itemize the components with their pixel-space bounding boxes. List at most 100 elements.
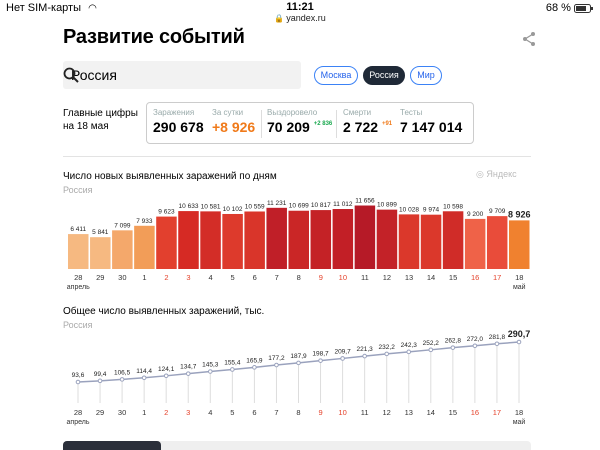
figure-label: Тесты [400, 108, 423, 117]
bar [310, 210, 332, 269]
bar [156, 216, 177, 269]
bar [266, 207, 287, 269]
main-figures-title: Главные цифры [63, 108, 138, 119]
data-point [163, 373, 169, 379]
figure-deaths: Смерти 2 722 +91 [343, 108, 392, 135]
x-tick-label: 2 [164, 273, 168, 282]
data-point [340, 356, 345, 361]
data-point [384, 351, 390, 357]
bar-value-label: 6 411 [70, 226, 86, 233]
yandex-watermark: ◎ Яндекс [476, 169, 517, 180]
clock: 11:21 [286, 1, 314, 13]
x-tick-label: 16 [471, 273, 479, 282]
battery-label: 68 % [545, 2, 571, 14]
point-value-label: 145,3 [202, 362, 219, 369]
data-point [230, 367, 235, 372]
x-tick-label: 8 [297, 273, 301, 282]
x-tick-label: 6 [252, 408, 256, 417]
bar [376, 209, 398, 269]
bar [486, 216, 508, 269]
figure-value: 7 147 014 [400, 119, 463, 135]
figure-value-wrap: 2 722 +91 [343, 119, 392, 135]
bar [200, 211, 221, 269]
x-tick-label: 17 [493, 408, 501, 417]
data-point [428, 347, 434, 353]
x-tick-label: 1 [142, 408, 146, 417]
data-point [406, 349, 412, 355]
bar [134, 225, 155, 269]
bar [90, 237, 111, 269]
figure-label: Выздоровело [267, 108, 318, 117]
pill-russia[interactable]: Россия [363, 66, 405, 85]
bottom-tabs[interactable] [63, 441, 531, 450]
bar-value-label: 11 231 [267, 200, 287, 207]
month-label: апрель [67, 419, 90, 426]
pill-moscow[interactable]: Москва [314, 66, 358, 85]
figure-separator [336, 110, 337, 138]
bar [244, 211, 265, 269]
main-figures-panel: Заражения 290 678 За сутки +8 926 Выздор… [146, 102, 474, 144]
x-tick-label: 4 [208, 273, 212, 282]
bar-value-label: 7 099 [114, 222, 131, 229]
bar-value-label: 8 926 [508, 209, 531, 219]
month-label: апрель [67, 284, 90, 291]
share-icon[interactable] [521, 31, 537, 47]
point-value-label: 187,9 [290, 353, 307, 360]
month-label: май [513, 283, 526, 291]
point-value-label: 281,8 [489, 334, 506, 341]
region-search-input[interactable]: Россия [63, 61, 301, 89]
x-tick-label: 1 [142, 273, 146, 282]
chart-title: Общее число выявленных заражений, тыс. [63, 306, 265, 317]
x-tick-label: 9 [318, 408, 322, 417]
battery-icon [574, 3, 593, 13]
figure-recovered: Выздоровело 70 209 +2 836 [267, 108, 332, 135]
x-tick-label: 14 [427, 408, 435, 417]
bar [464, 218, 486, 269]
figure-value: 2 722 [343, 119, 379, 135]
data-point [296, 360, 301, 366]
bar-value-label: 10 598 [443, 203, 463, 210]
pill-world[interactable]: Мир [410, 66, 442, 85]
bar-value-label: 7 933 [136, 218, 153, 225]
point-value-label: 114,4 [136, 368, 152, 375]
x-tick-label: 16 [471, 408, 479, 417]
data-point [185, 371, 191, 376]
bar-value-label: 10 559 [245, 203, 265, 210]
x-tick-label: 28 [74, 273, 82, 282]
bar [509, 220, 530, 269]
figure-value: +8 926 [212, 119, 256, 135]
figure-delta: +2 836 [313, 121, 333, 127]
data-point [362, 353, 367, 359]
x-tick-label: 13 [405, 273, 413, 282]
figure-delta: +91 [381, 121, 393, 127]
point-value-label: 198,7 [312, 351, 329, 358]
bar-value-label: 9 709 [489, 208, 506, 215]
bar-value-label: 9 974 [423, 207, 440, 214]
x-tick-label: 18 [515, 273, 523, 282]
address-bar[interactable]: 🔒 yandex.ru [0, 13, 600, 23]
bar-value-label: 10 899 [377, 202, 397, 209]
data-point [208, 369, 213, 374]
x-tick-label: 30 [118, 408, 126, 417]
point-value-label: 252,2 [423, 340, 440, 347]
bar-value-label: 10 102 [223, 206, 243, 213]
bar-value-label: 5 841 [92, 229, 109, 236]
point-value-label: 262,8 [445, 338, 462, 345]
lock-icon: 🔒 [274, 14, 285, 23]
x-tick-label: 18 [515, 408, 523, 417]
x-tick-label: 8 [296, 408, 300, 417]
search-icon[interactable] [63, 67, 79, 83]
bottom-tab-active[interactable] [63, 441, 161, 450]
main-figures-label: Главные цифры на 18 мая [63, 107, 143, 133]
bar [112, 230, 133, 269]
bar [68, 234, 89, 269]
data-point [141, 375, 147, 381]
point-value-label: 242,3 [401, 342, 418, 349]
x-tick-label: 2 [164, 408, 168, 417]
bar [332, 209, 354, 269]
x-tick-label: 15 [449, 408, 457, 417]
bar-value-label: 10 581 [201, 203, 221, 210]
point-value-label: 209,7 [334, 348, 351, 355]
x-tick-label: 7 [275, 273, 279, 282]
x-tick-label: 10 [339, 273, 347, 282]
